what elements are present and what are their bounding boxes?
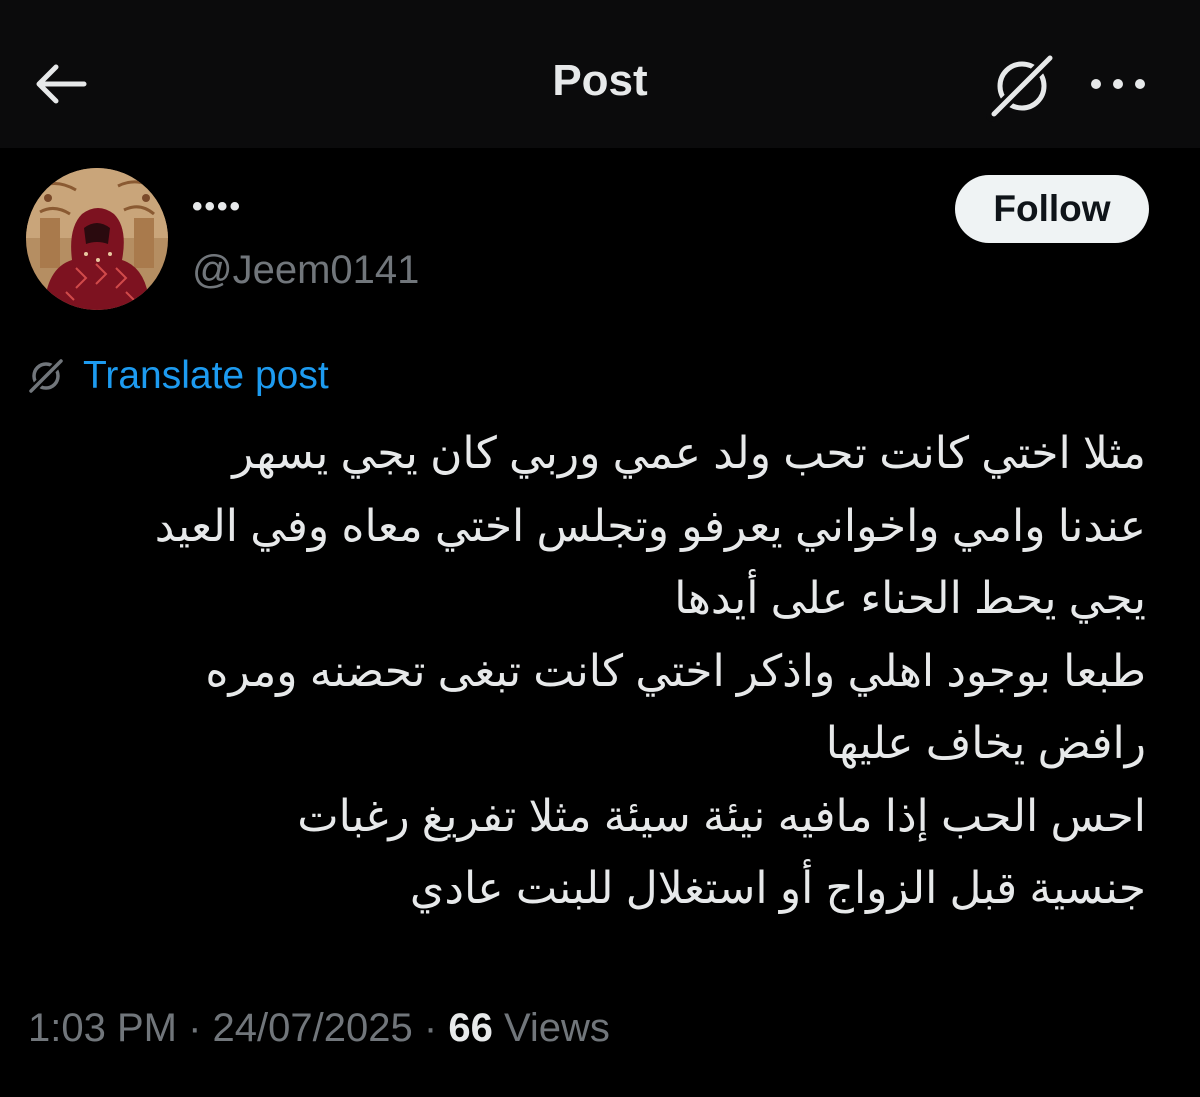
more-options-button[interactable] (1082, 52, 1154, 116)
arrow-left-icon (36, 64, 87, 104)
views-count[interactable]: 66 (448, 1006, 493, 1050)
top-bar: Post (0, 0, 1200, 148)
post-text: مثلا اختي كانت تحب ولد عمي وربي كان يجي … (30, 418, 1146, 926)
translate-icon (26, 356, 66, 396)
post-text-line: احس الحب إذا مافيه نيئة سيئة مثلا تفريغ … (297, 791, 1146, 841)
post-time[interactable]: 1:03 PM (28, 1006, 177, 1050)
avatar-image (26, 168, 168, 310)
translate-icon (986, 50, 1058, 122)
post-text-line: مثلا اختي كانت تحب ولد عمي وربي كان يجي … (232, 429, 1146, 478)
post-text-line: يجي يحط الحناء على أيدها (674, 574, 1146, 623)
back-button[interactable] (28, 52, 92, 116)
follow-button[interactable]: Follow (955, 175, 1149, 243)
views-label[interactable]: Views (504, 1006, 610, 1050)
translate-post-label: Translate post (83, 354, 329, 397)
post-text-line: رافض يخاف عليها (825, 719, 1146, 768)
author-handle[interactable]: @Jeem0141 (192, 246, 419, 294)
meta-separator: · (188, 1006, 202, 1050)
avatar[interactable] (26, 168, 168, 310)
meta-separator: · (423, 1006, 438, 1050)
author-display-name[interactable]: •••• (192, 192, 242, 222)
post-text-line: جنسية قبل الزواج أو استغلال للبنت عادي (409, 864, 1146, 913)
post-date[interactable]: 24/07/2025 (213, 1006, 413, 1050)
post-metadata: 1:03 PM · 24/07/2025 · 66 Views (28, 1002, 610, 1054)
more-horizontal-icon (1091, 79, 1145, 89)
translate-button[interactable] (986, 50, 1058, 122)
post-text-line: عندنا وامي واخواني يعرفو وتجلس اختي معاه… (154, 501, 1146, 551)
post-text-line: طبعا بوجود اهلي واذكر اختي كانت تبغى تحض… (205, 646, 1146, 696)
